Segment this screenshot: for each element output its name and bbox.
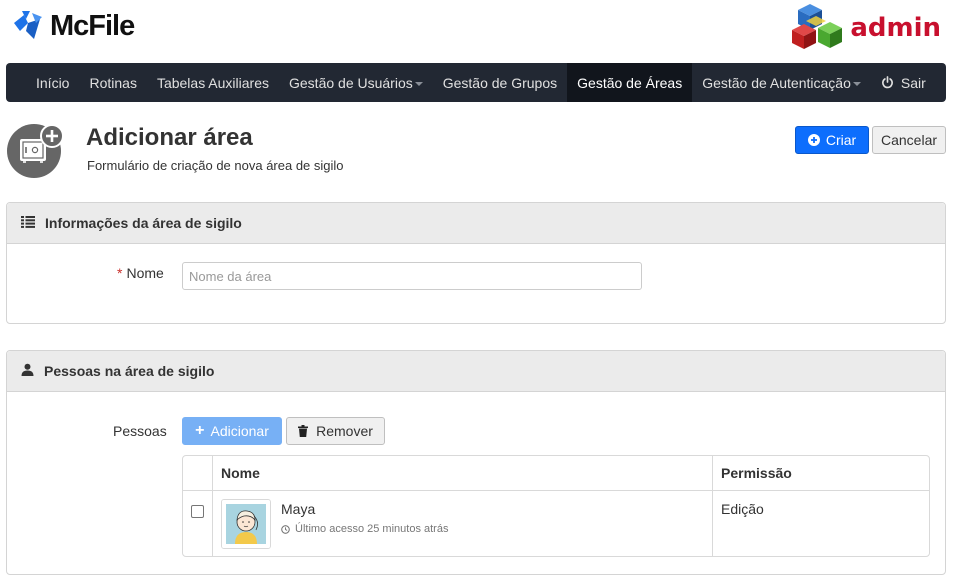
nav-item-gestao-autenticacao[interactable]: Gestão de Autenticação (692, 63, 871, 102)
create-button[interactable]: Criar (795, 126, 869, 154)
nav-item-inicio[interactable]: Início (6, 63, 79, 102)
nav-item-label: Rotinas (89, 74, 137, 91)
plus-icon: + (195, 422, 205, 439)
panel-header: Informações da área de sigilo (7, 203, 945, 244)
area-people-panel: Pessoas na área de sigilo Pessoas + Adic… (6, 350, 946, 575)
column-header-name: Nome (213, 456, 713, 490)
last-access-text: Último acesso 25 minutos atrás (295, 523, 449, 535)
row-checkbox[interactable] (191, 505, 204, 518)
admin-label: admin (850, 12, 941, 43)
main-navbar: Início Rotinas Tabelas Auxiliares Gestão… (6, 63, 946, 102)
nav-item-tabelas-auxiliares[interactable]: Tabelas Auxiliares (147, 63, 279, 102)
name-label-text: Nome (126, 265, 164, 281)
panel-title: Informações da área de sigilo (45, 215, 242, 231)
trash-icon (298, 425, 309, 437)
add-person-button[interactable]: + Adicionar (182, 417, 282, 445)
clock-icon (281, 524, 290, 534)
user-icon (21, 363, 34, 379)
person-name: Maya (281, 501, 316, 517)
logout-button[interactable]: Sair (871, 63, 956, 102)
add-button-label: Adicionar (210, 423, 269, 439)
mcfile-logo-icon (12, 9, 44, 44)
nav-item-gestao-areas[interactable]: Gestão de Áreas (567, 63, 693, 102)
table-row: Maya Último acesso 25 minutos atrás Ediç… (183, 491, 929, 556)
safe-add-icon (6, 121, 64, 182)
caret-down-icon (852, 81, 861, 86)
cancel-button-label: Cancelar (880, 132, 938, 148)
remove-button-label: Remover (316, 423, 373, 439)
row-select-cell (183, 491, 213, 556)
nav-item-gestao-grupos[interactable]: Gestão de Grupos (433, 63, 567, 102)
top-header: McFile admin (0, 0, 957, 62)
people-table: Nome Permissão Maya Último acesso 25 min… (182, 455, 930, 557)
panel-title: Pessoas na área de sigilo (44, 363, 215, 379)
power-icon (881, 76, 894, 89)
admin-logo: admin (792, 2, 941, 53)
nav-item-label: Gestão de Autenticação (702, 74, 851, 91)
nav-item-label: Gestão de Usuários (289, 74, 413, 91)
area-name-input[interactable] (182, 262, 642, 290)
permission-value: Edição (721, 501, 764, 517)
plus-circle-icon (807, 134, 820, 146)
area-info-panel: Informações da área de sigilo * Nome (6, 202, 946, 324)
page-subtitle: Formulário de criação de nova área de si… (87, 158, 344, 173)
avatar (221, 499, 271, 549)
cubes-icon (792, 2, 848, 53)
nav-item-gestao-usuarios[interactable]: Gestão de Usuários (279, 63, 433, 102)
brand-name: McFile (50, 10, 135, 42)
column-header-permission: Permissão (721, 465, 792, 481)
page-title: Adicionar área (86, 124, 253, 151)
last-access-info: Último acesso 25 minutos atrás (281, 523, 448, 535)
list-icon (21, 215, 35, 231)
panel-header: Pessoas na área de sigilo (7, 351, 945, 392)
remove-person-button[interactable]: Remover (286, 417, 385, 445)
nav-item-label: Gestão de Grupos (442, 74, 558, 91)
create-button-label: Criar (825, 132, 857, 148)
cancel-button[interactable]: Cancelar (872, 126, 946, 154)
name-field-label: * Nome (117, 265, 164, 281)
nav-item-label: Início (36, 74, 70, 91)
logout-label: Sair (900, 74, 926, 91)
select-column-header (183, 456, 213, 490)
brand-logo[interactable]: McFile (12, 9, 135, 44)
nav-item-label: Gestão de Áreas (577, 74, 683, 91)
nav-item-label: Tabelas Auxiliares (156, 74, 269, 91)
caret-down-icon (414, 81, 423, 86)
required-mark: * (117, 265, 123, 281)
people-label: Pessoas (113, 423, 167, 439)
table-header: Nome Permissão (183, 456, 929, 491)
nav-item-rotinas[interactable]: Rotinas (79, 63, 146, 102)
person-cell: Maya Último acesso 25 minutos atrás (213, 491, 713, 556)
permission-cell: Edição (713, 491, 929, 556)
